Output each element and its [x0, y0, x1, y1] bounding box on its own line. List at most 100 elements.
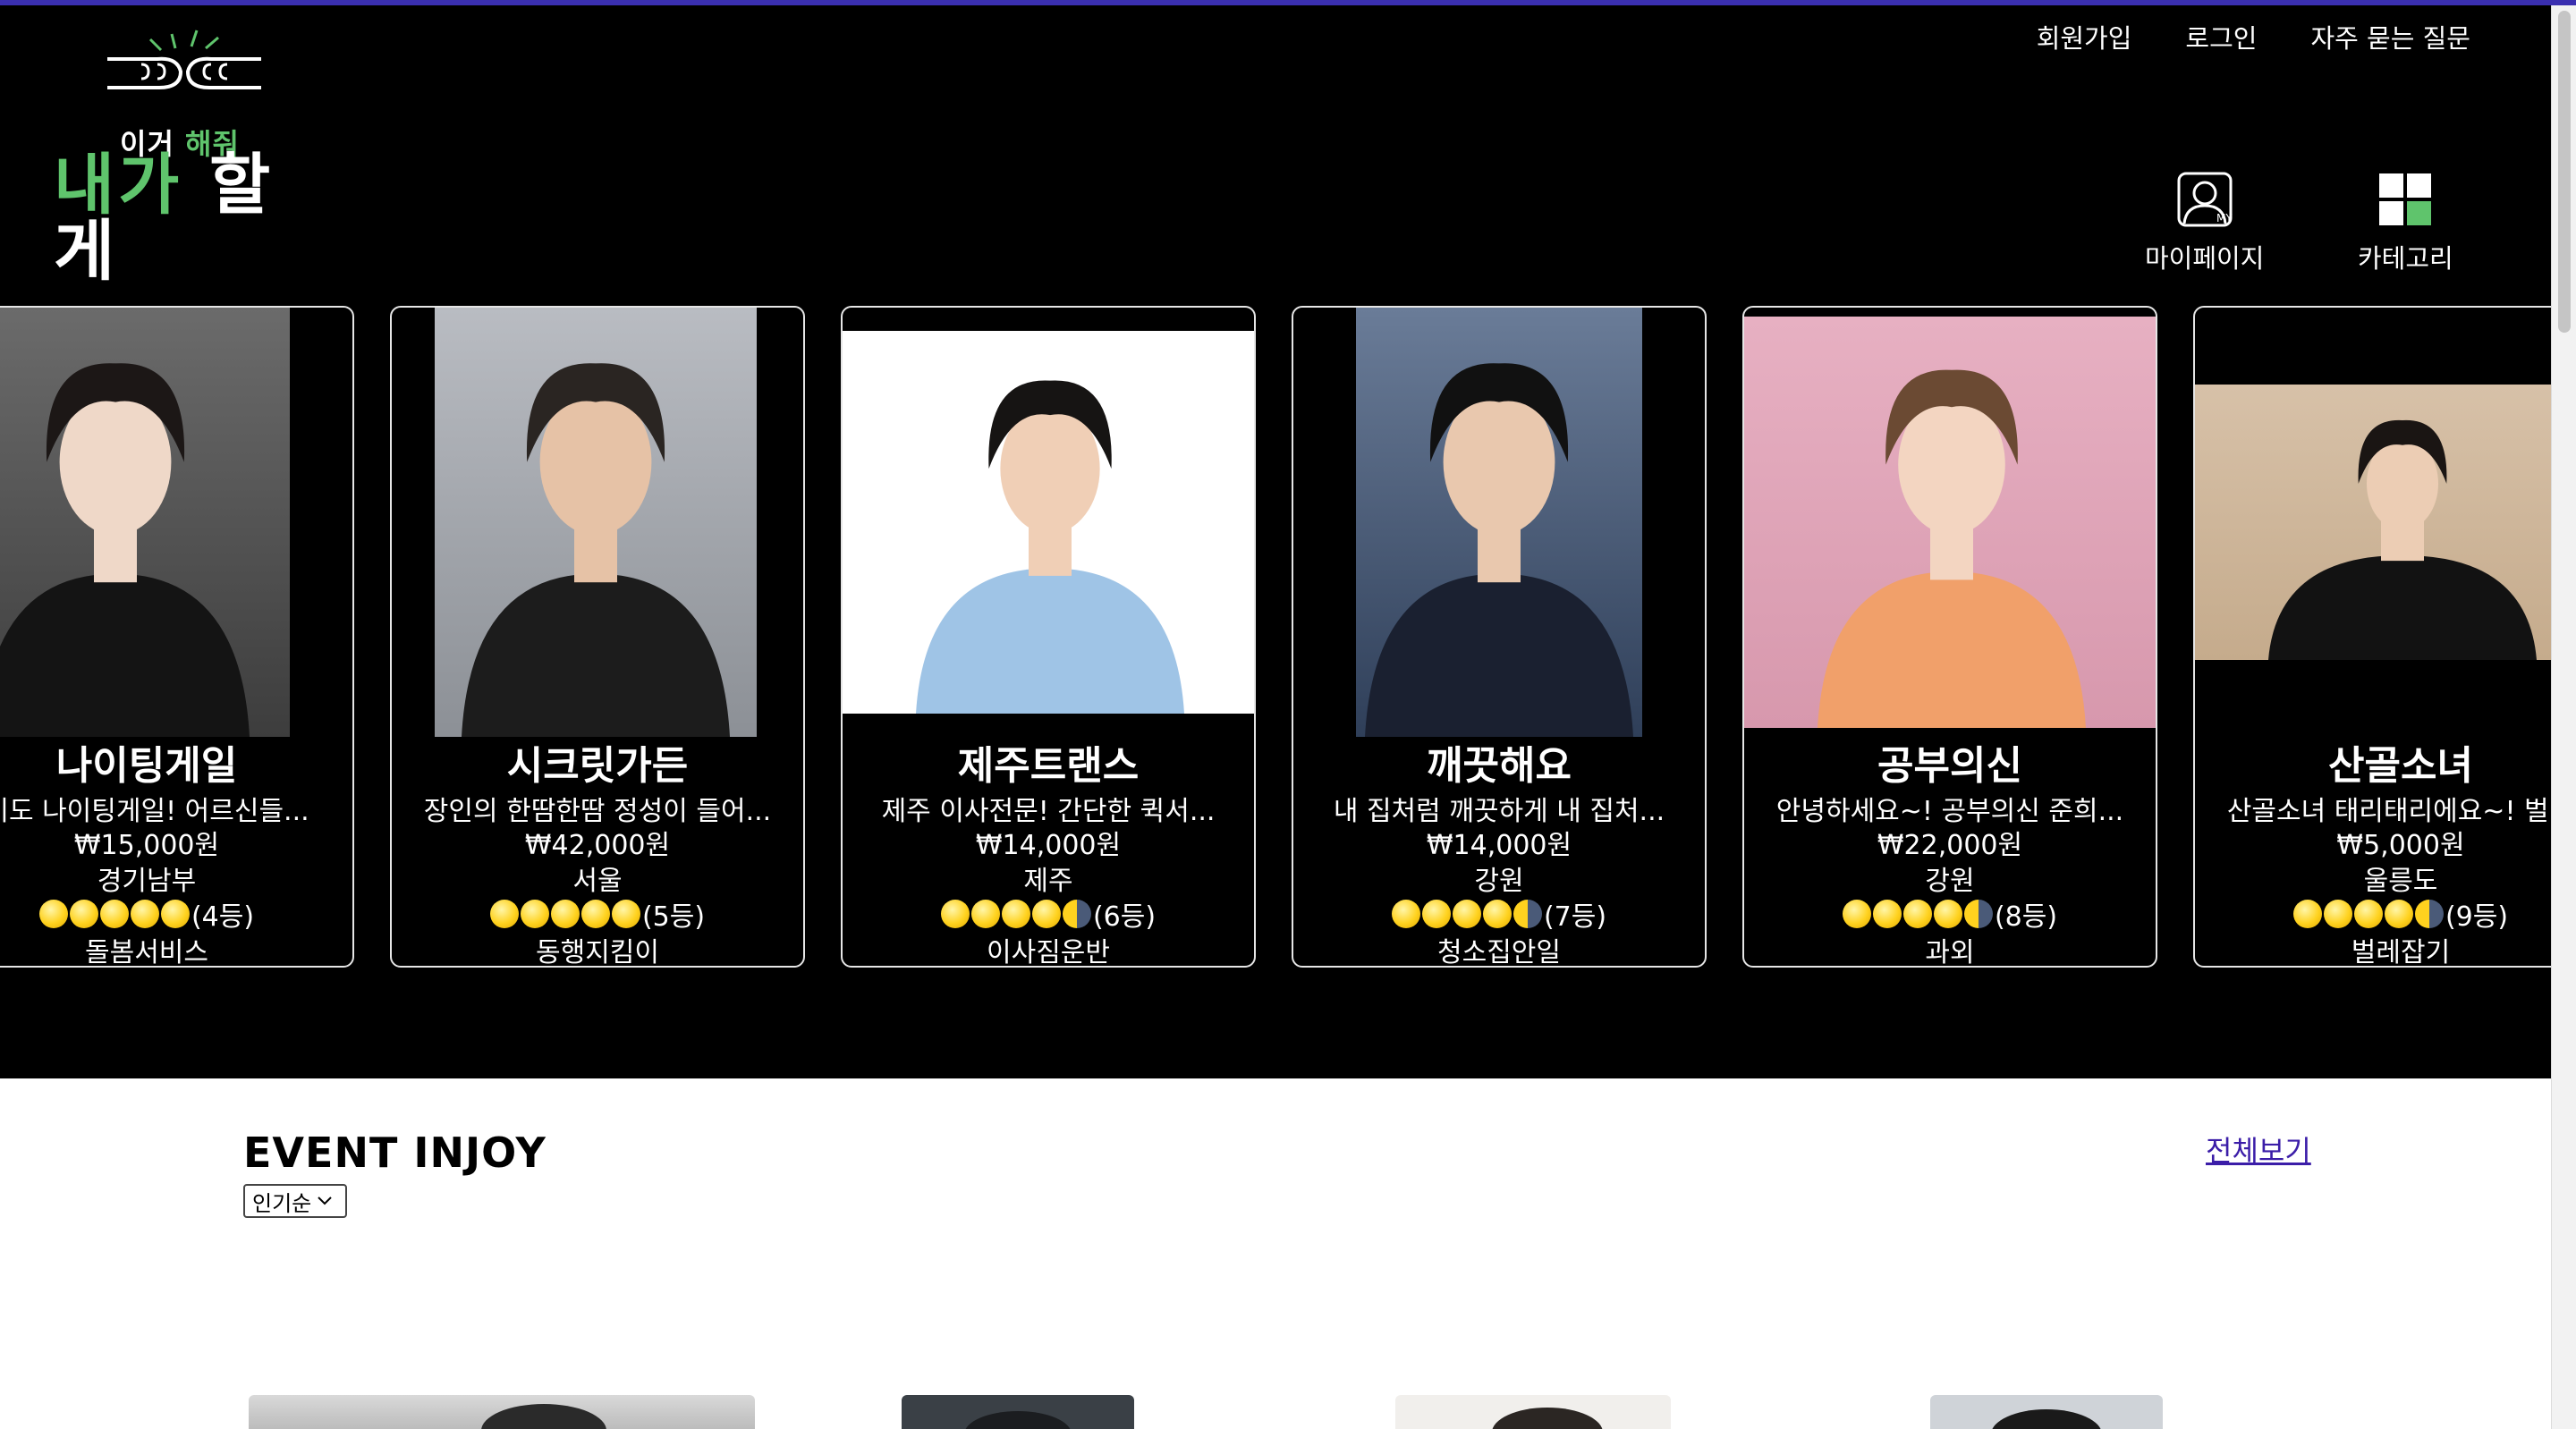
service-card[interactable]: 제주트랜스 제주 이사전문! 간단한 퀵서... ₩14,000원 제주 (6등) 이사짐…: [841, 306, 1256, 968]
card-rating: (4등): [0, 894, 352, 934]
mypage-label: 마이페이지: [2145, 243, 2265, 274]
star-icon: [1062, 900, 1091, 928]
provider-photo-image: [2195, 385, 2551, 660]
rating-stars: [940, 900, 1091, 928]
category-grid-icon: [2379, 173, 2432, 225]
star-icon: [550, 900, 580, 928]
event-thumbnail[interactable]: [249, 1395, 755, 1429]
person-photo-image: [1492, 1408, 1603, 1429]
card-rank: (7등): [1543, 901, 1607, 933]
card-category: 벌레잡기: [2351, 937, 2451, 968]
star-icon: [1902, 900, 1932, 928]
card-category: 동행지킴이: [536, 937, 659, 968]
star-icon: [611, 900, 640, 928]
provider-photo-image: [435, 308, 757, 737]
sort-selected-value: 인기순: [252, 1190, 312, 1216]
star-icon: [970, 900, 1000, 928]
card-price: ₩14,000원: [1426, 830, 1572, 861]
star-icon: [1513, 900, 1542, 928]
card-price: ₩15,000원: [73, 830, 220, 861]
card-region: 제주: [1023, 866, 1073, 897]
login-link[interactable]: 로그인: [2185, 18, 2257, 55]
person-photo-image: [965, 1411, 1071, 1429]
card-category: 돌봄서비스: [85, 937, 208, 968]
card-title: 시크릿가든: [506, 743, 689, 789]
star-icon: [1872, 900, 1902, 928]
sort-select[interactable]: 인기순: [243, 1184, 347, 1218]
star-icon: [69, 900, 98, 928]
fist-bump-icon: [107, 56, 261, 89]
logo-wordmark: 내가 할게: [54, 152, 322, 284]
star-icon: [1391, 900, 1420, 928]
category-button[interactable]: 카테고리: [2358, 172, 2453, 275]
card-rating: (6등): [843, 894, 1254, 934]
chevron-down-icon: [318, 1196, 332, 1205]
card-price: ₩14,000원: [975, 830, 1122, 861]
card-region: 울릉도: [2363, 866, 2438, 897]
star-icon: [520, 900, 549, 928]
event-thumbnail[interactable]: [902, 1395, 1134, 1429]
star-icon: [2353, 900, 2383, 928]
rating-stars: [489, 900, 640, 928]
card-title: 나이팅게일: [55, 743, 238, 789]
card-region: 강원: [1474, 866, 1524, 897]
star-icon: [38, 900, 68, 928]
card-category: 이사짐운반: [987, 937, 1110, 968]
star-icon: [1842, 900, 1871, 928]
card-rank: (5등): [641, 901, 706, 933]
card-region: 서울: [572, 866, 623, 897]
event-thumbnail[interactable]: [1930, 1395, 2163, 1429]
provider-photo-image: [1356, 308, 1642, 737]
service-card[interactable]: 깨끗해요 내 집처럼 깨끗하게 내 집처... ₩14,000원 강원 (7등) 청소집안…: [1292, 306, 1707, 968]
card-rating: (5등): [392, 894, 803, 934]
card-price: ₩22,000원: [1877, 830, 2023, 861]
star-icon: [940, 900, 970, 928]
rating-stars: [1842, 900, 1993, 928]
star-icon: [580, 900, 610, 928]
star-icon: [2292, 900, 2322, 928]
card-title: 제주트랜스: [957, 743, 1140, 789]
rating-stars: [1391, 900, 1542, 928]
star-icon: [1482, 900, 1512, 928]
header: 이거 해줘 내가 할게 회원가입 로그인 자주 묻는 질문 MY 마이페이지 카…: [0, 5, 2551, 1078]
star-icon: [160, 900, 190, 928]
rating-stars: [38, 900, 190, 928]
service-card[interactable]: 산골소녀 산골소녀 태리태리에요~! 벌... ₩5,000원 울릉도 (9등) 벌레잡기: [2193, 306, 2551, 968]
card-price: ₩42,000원: [524, 830, 671, 861]
card-rank: (4등): [191, 901, 255, 933]
card-category: 과외: [1925, 937, 1975, 968]
provider-photo-image: [1744, 317, 2156, 728]
card-rating: (9등): [2195, 894, 2551, 934]
top-nav: 회원가입 로그인 자주 묻는 질문: [2037, 18, 2470, 55]
site-logo[interactable]: 이거 해줘 내가 할게: [54, 25, 322, 284]
scrollbar-thumb[interactable]: [2558, 11, 2571, 333]
star-icon: [1421, 900, 1451, 928]
card-rank: (8등): [1994, 901, 2058, 933]
service-card[interactable]: 시크릿가든 장인의 한땀한땀 정성이 들어... ₩42,000원 서울 (5등) 동행지…: [390, 306, 805, 968]
star-icon: [1001, 900, 1030, 928]
card-price: ₩5,000원: [2336, 830, 2465, 861]
provider-photo-image: [843, 331, 1254, 714]
star-icon: [489, 900, 519, 928]
star-icon: [1031, 900, 1061, 928]
card-title: 공부의신: [1877, 743, 2022, 789]
person-photo-image: [481, 1404, 606, 1429]
star-icon: [1933, 900, 1962, 928]
card-rank: (6등): [1092, 901, 1157, 933]
faq-link[interactable]: 자주 묻는 질문: [2310, 18, 2470, 55]
signup-link[interactable]: 회원가입: [2037, 18, 2132, 55]
event-thumbnail[interactable]: [1395, 1395, 1671, 1429]
category-label: 카테고리: [2358, 243, 2453, 274]
mypage-button[interactable]: MY 마이페이지: [2145, 172, 2264, 275]
service-card[interactable]: 공부의신 안녕하세요~! 공부의신 준희... ₩22,000원 강원 (8등) 과외: [1742, 306, 2157, 968]
star-icon: [2384, 900, 2413, 928]
service-card[interactable]: 나이팅게일 기도 나이팅게일! 어르신들... ₩15,000원 경기남부 (4등) 돌봄…: [0, 306, 354, 968]
rating-stars: [2292, 900, 2444, 928]
view-all-link[interactable]: 전체보기: [2206, 1129, 2311, 1170]
star-icon: [1963, 900, 1993, 928]
card-rating: (7등): [1293, 894, 1705, 934]
card-title: 깨끗해요: [1427, 743, 1572, 789]
my-profile-icon: MY: [2177, 172, 2233, 227]
page-scrollbar[interactable]: [2551, 5, 2576, 1429]
person-photo-image: [1992, 1409, 2101, 1429]
